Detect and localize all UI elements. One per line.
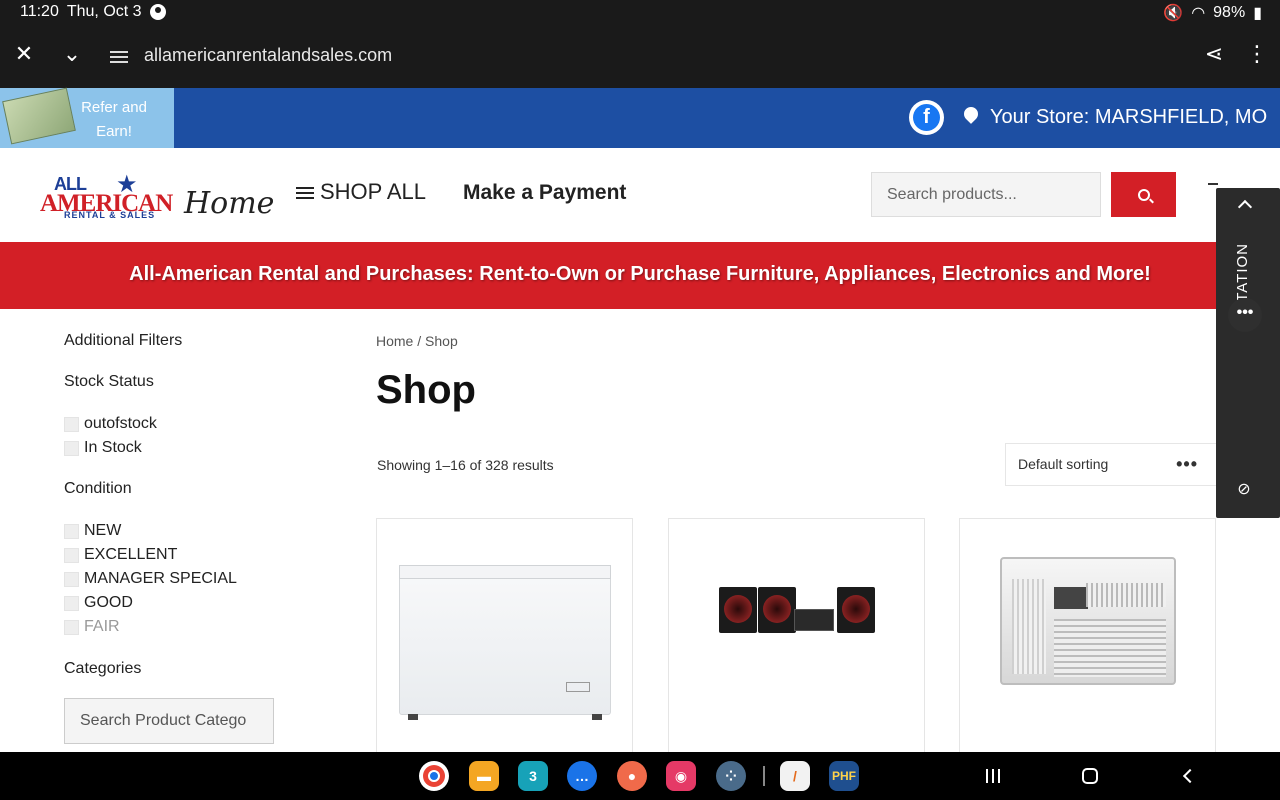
- calendar-icon[interactable]: 3: [518, 761, 548, 791]
- product-card-air-conditioner[interactable]: [959, 518, 1216, 758]
- product-card-speaker-system[interactable]: [668, 518, 925, 758]
- contacts-icon[interactable]: ●: [617, 761, 647, 791]
- checkbox[interactable]: [64, 440, 79, 456]
- shop-all-label: SHOP ALL: [320, 179, 426, 204]
- camera-icon[interactable]: ◉: [666, 761, 696, 791]
- logo-text-rental: RENTAL & SALES: [64, 210, 156, 220]
- app-drawer-icon[interactable]: ⁘: [716, 761, 746, 791]
- filter-fair[interactable]: FAIR: [64, 618, 120, 636]
- facebook-icon[interactable]: f: [909, 100, 944, 135]
- filter-outofstock[interactable]: outofstock: [64, 415, 157, 433]
- sort-select[interactable]: Default sorting •••: [1005, 443, 1217, 486]
- dock-divider: [763, 766, 765, 786]
- logo-text-home: Home: [184, 186, 275, 221]
- filter-label: outofstock: [84, 415, 157, 432]
- product-search-input[interactable]: [871, 172, 1101, 217]
- filter-label: EXCELLENT: [84, 546, 178, 563]
- filter-new[interactable]: NEW: [64, 522, 121, 540]
- status-date: Thu, Oct 3: [66, 3, 142, 20]
- condition-heading: Condition: [64, 480, 132, 497]
- categories-heading: Categories: [64, 660, 142, 677]
- notes-app-icon[interactable]: /: [780, 761, 810, 791]
- checkbox[interactable]: [64, 523, 79, 539]
- search-button[interactable]: [1111, 172, 1176, 217]
- site-header: ALL ★ AMERICAN RENTAL & SALES Home SHOP …: [0, 148, 1280, 242]
- filter-label: NEW: [84, 522, 122, 539]
- filter-excellent[interactable]: EXCELLENT: [64, 546, 177, 564]
- location-pin-icon: [963, 107, 979, 127]
- mute-icon: 🔇: [1163, 5, 1184, 22]
- filter-label: FAIR: [84, 618, 120, 635]
- checkbox[interactable]: [64, 547, 79, 563]
- more-horiz-icon[interactable]: •••: [1228, 298, 1262, 332]
- battery-level: 98%: [1213, 4, 1246, 21]
- more-vert-icon[interactable]: ⋮: [1241, 38, 1273, 70]
- phf-app-icon[interactable]: PHF: [829, 761, 859, 791]
- filter-good[interactable]: GOOD: [64, 594, 133, 612]
- checkbox[interactable]: [64, 619, 79, 635]
- home-button[interactable]: [1076, 764, 1104, 788]
- promo-banner: All-American Rental and Purchases: Rent-…: [0, 242, 1280, 309]
- product-image: [1000, 557, 1176, 685]
- recents-button[interactable]: [979, 764, 1007, 788]
- result-count: Showing 1–16 of 328 results: [377, 457, 554, 473]
- checkbox[interactable]: [64, 416, 79, 432]
- site-logo[interactable]: ALL ★ AMERICAN RENTAL & SALES Home: [38, 170, 274, 224]
- filters-title: Additional Filters: [64, 332, 183, 349]
- sort-label: Default sorting: [1018, 456, 1109, 472]
- files-icon[interactable]: ▬: [469, 761, 499, 791]
- site-settings-icon[interactable]: [110, 48, 128, 64]
- pin-off-icon[interactable]: ⊘: [1230, 476, 1258, 504]
- breadcrumb: Home / Shop: [376, 333, 458, 349]
- account-icon: [149, 4, 166, 20]
- stock-status-heading: Stock Status: [64, 373, 154, 390]
- system-nav-bar: ▬ 3 … ● ◉ ⁘ / PHF: [0, 752, 1280, 800]
- breadcrumb-separator: /: [413, 333, 426, 349]
- top-strip: Refer and Earn! f Your Store: MARSHFIELD…: [0, 87, 1280, 148]
- wifi-icon: ◠: [1191, 5, 1206, 22]
- filter-label: GOOD: [84, 594, 133, 611]
- filter-label: MANAGER SPECIAL: [84, 570, 237, 587]
- filter-label: In Stock: [84, 439, 142, 456]
- browser-toolbar: ✕ ⌄ allamericanrentalandsales.com ⋖ ⋮: [0, 24, 1280, 88]
- make-payment-link[interactable]: Make a Payment: [463, 181, 626, 205]
- money-image: [2, 87, 76, 145]
- messages-icon[interactable]: …: [567, 761, 597, 791]
- url-bar[interactable]: allamericanrentalandsales.com: [144, 45, 392, 66]
- breadcrumb-home[interactable]: Home: [376, 333, 413, 349]
- refer-label: Refer and Earn!: [81, 99, 147, 140]
- category-search-input[interactable]: [64, 698, 274, 744]
- promo-banner-text: All-American Rental and Purchases: Rent-…: [129, 263, 1151, 285]
- close-tab-icon[interactable]: ✕: [8, 38, 40, 70]
- breadcrumb-current: Shop: [425, 333, 458, 349]
- status-time: 11:20: [20, 3, 59, 20]
- share-icon[interactable]: ⋖: [1198, 38, 1230, 70]
- filter-manager-special[interactable]: MANAGER SPECIAL: [64, 570, 237, 588]
- status-bar: 11:20 Thu, Oct 3 🔇 ◠ 98% ▮: [0, 0, 1280, 24]
- product-card-chest-freezer[interactable]: [376, 518, 633, 758]
- product-image: [399, 565, 611, 720]
- battery-icon: ▮: [1253, 5, 1262, 22]
- chevron-up-icon[interactable]: [1237, 199, 1253, 215]
- back-button[interactable]: [1176, 764, 1204, 788]
- filter-in-stock[interactable]: In Stock: [64, 439, 142, 457]
- chevron-down-icon[interactable]: ⌄: [56, 38, 88, 70]
- chrome-icon[interactable]: [419, 761, 449, 791]
- checkbox[interactable]: [64, 595, 79, 611]
- floating-side-panel[interactable]: LTATION ••• ⊘: [1216, 188, 1280, 518]
- search-icon: [1137, 188, 1150, 201]
- shop-all-menu[interactable]: SHOP ALL: [296, 179, 426, 205]
- more-horiz-icon: •••: [1176, 454, 1198, 474]
- page-title: Shop: [376, 368, 476, 412]
- store-selector[interactable]: Your Store: MARSHFIELD, MO: [990, 106, 1267, 129]
- refer-and-earn-banner[interactable]: Refer and Earn!: [0, 87, 174, 148]
- hamburger-icon: [296, 184, 314, 200]
- checkbox[interactable]: [64, 571, 79, 587]
